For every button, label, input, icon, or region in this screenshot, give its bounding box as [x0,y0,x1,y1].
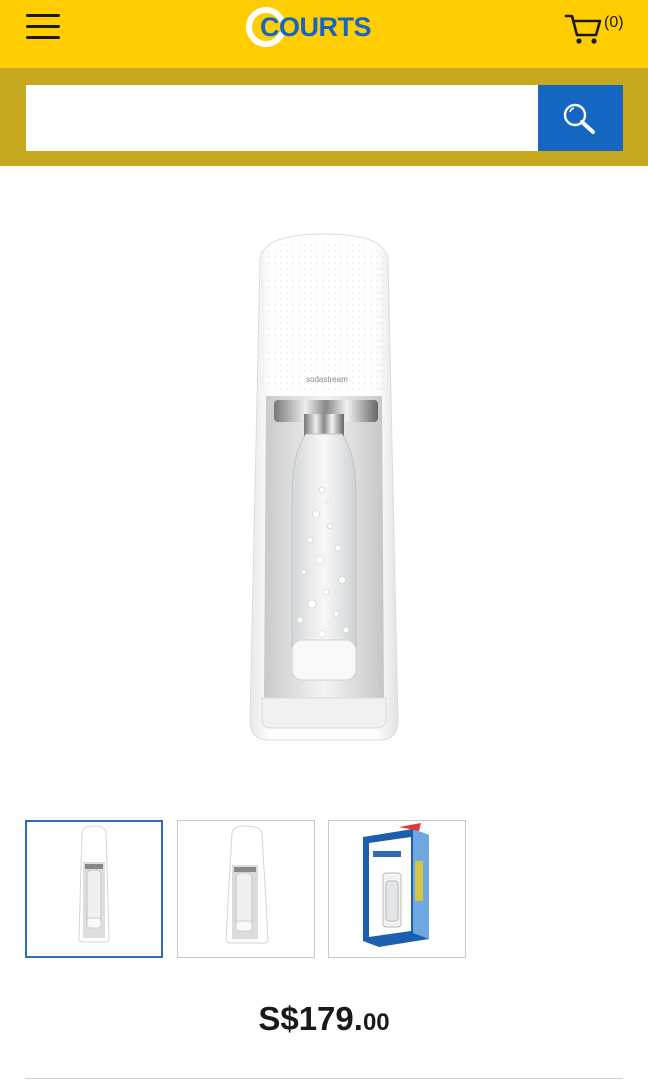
menu-button[interactable] [24,12,64,42]
thumbnail-side[interactable] [177,820,315,958]
thumbnail-front[interactable] [25,820,163,958]
search-input[interactable] [26,85,538,151]
thumbnail-front-image [78,825,110,943]
hamburger-icon [26,14,60,17]
search-bar [0,68,648,166]
thumbnail-box-image [363,823,429,947]
brand-print: sodastream [306,375,348,384]
price-main: S$179. [258,1000,363,1037]
magnifier-icon [563,103,595,134]
thumbnail-side-image [225,825,269,944]
logo-text: COURTS [260,12,372,42]
search-button[interactable] [538,85,623,151]
cart-button[interactable]: (0) [564,12,636,46]
product-main-image: sodastream [249,233,399,741]
courts-logo[interactable]: COURTS [246,5,396,49]
divider [25,1078,623,1079]
cart-icon [564,14,602,44]
cart-count: (0) [604,14,624,31]
thumbnail-box[interactable] [328,820,466,958]
top-header: COURTS (0) [0,0,648,68]
price-cents: 00 [362,1009,390,1036]
product-price: S$179.00 [0,1000,648,1038]
